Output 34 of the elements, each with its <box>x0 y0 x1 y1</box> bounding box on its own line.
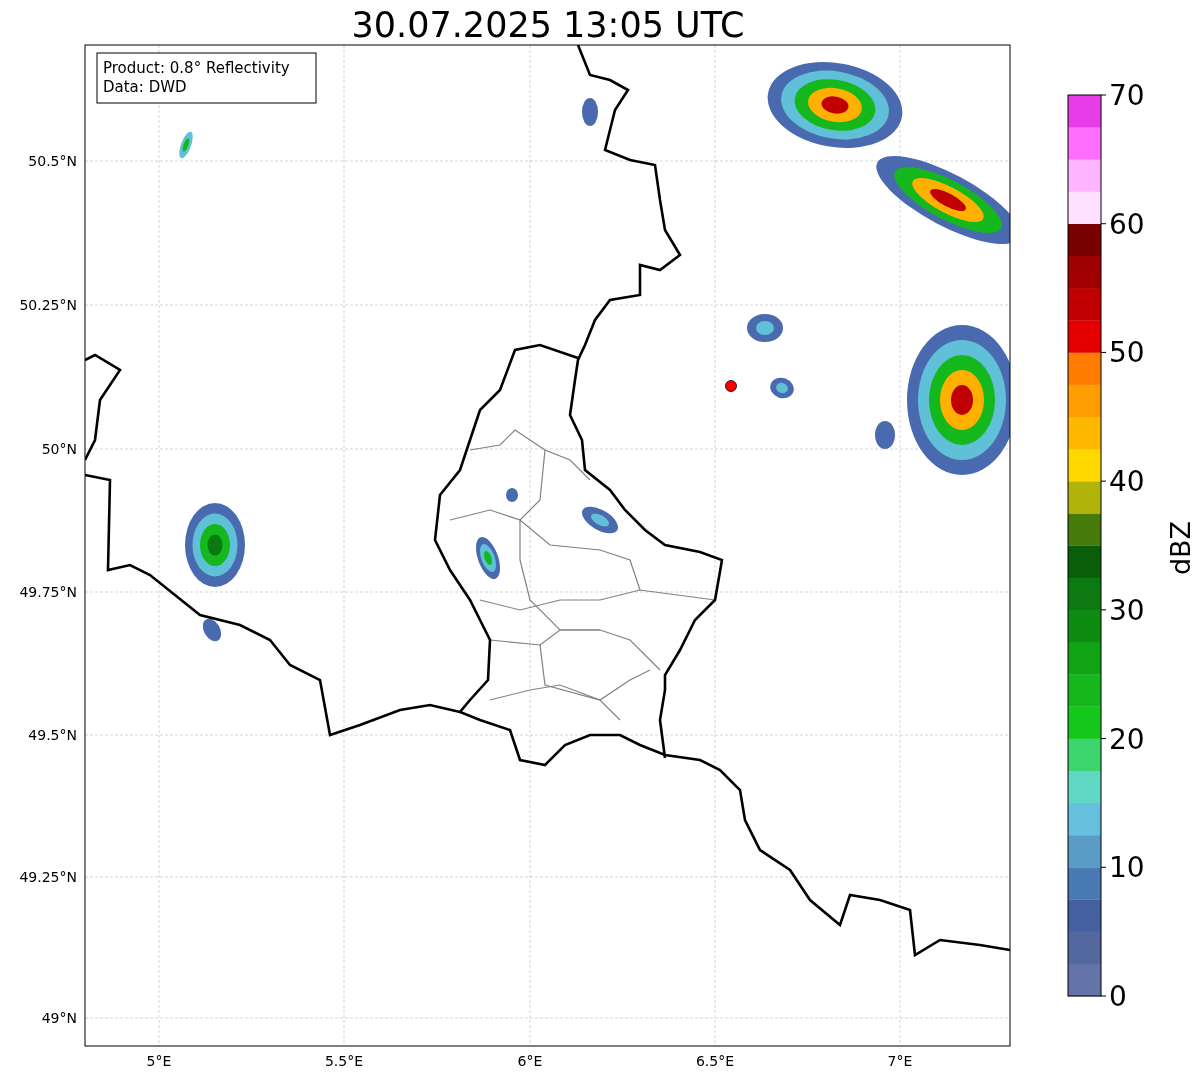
radar-echo <box>506 488 518 502</box>
radar-echo <box>179 131 193 159</box>
axis-tick-label: 5°E <box>146 1053 172 1069</box>
colorbar-tick-label: 70 <box>1109 79 1145 112</box>
axis-tick-label: 6.5°E <box>695 1053 735 1069</box>
colorbar-tick-label: 30 <box>1109 593 1145 627</box>
axis-tick-label: 50.5°N <box>28 153 77 169</box>
info-text: Data: DWD <box>103 78 187 96</box>
radar-echo <box>202 618 222 642</box>
radar-echo <box>875 421 895 449</box>
colorbar-label: dBZ <box>1165 520 1196 576</box>
colorbar-tick-label: 0 <box>1109 980 1127 1013</box>
axis-tick-label: 50°N <box>41 441 77 457</box>
colorbar-tick-label: 10 <box>1109 851 1145 885</box>
axis-tick-label: 50.25°N <box>19 297 77 313</box>
axis-tick-label: 49°N <box>41 1010 77 1026</box>
axis-tick-label: 5.5°E <box>324 1053 364 1069</box>
colorbar-tick-label: 20 <box>1109 722 1145 756</box>
radar-echo <box>582 506 618 534</box>
axis-tick-label: 49.75°N <box>19 584 77 600</box>
colorbar-tick-label: 40 <box>1109 465 1145 499</box>
info-text: Product: 0.8° Reflectivity <box>103 59 290 77</box>
axis-tick-label: 49.25°N <box>19 869 77 885</box>
location-marker <box>725 380 737 392</box>
axis-tick-label: 49.5°N <box>28 727 77 743</box>
colorbar-tick-label: 60 <box>1109 207 1145 241</box>
chart-title: 30.07.2025 13:05 UTC <box>351 5 745 45</box>
radar-echo <box>747 314 783 342</box>
radar-echo <box>582 98 598 126</box>
axis-tick-label: 6°E <box>517 1053 543 1069</box>
colorbar-tick-label: 50 <box>1109 336 1145 370</box>
radar-echo <box>770 377 794 399</box>
radar-echo <box>475 537 501 579</box>
axis-tick-label: 7°E <box>887 1053 913 1069</box>
